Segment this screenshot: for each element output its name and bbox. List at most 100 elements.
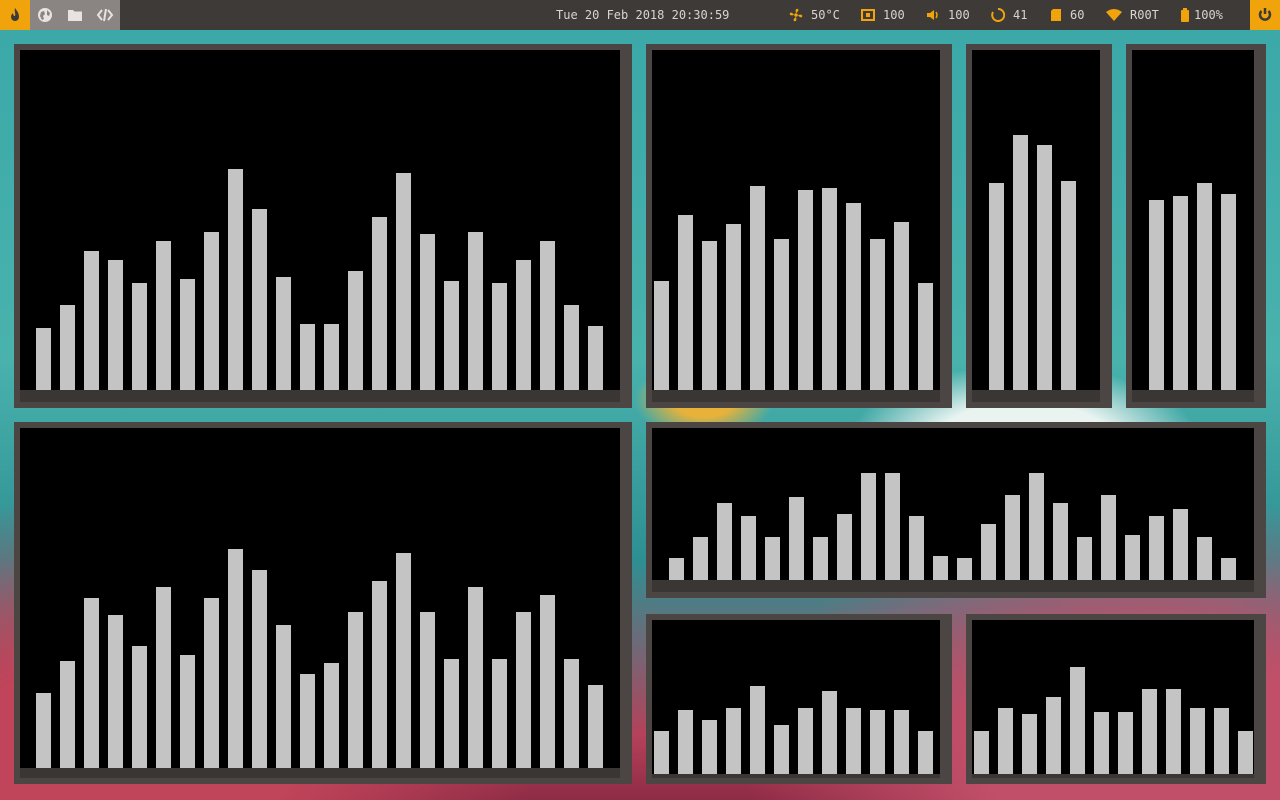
visualizer-bar [717, 503, 732, 580]
visualizer-bar [1197, 537, 1212, 580]
visualizer-bar [870, 239, 885, 390]
visualizer-window-8[interactable] [966, 614, 1266, 784]
visualizer-bar [1037, 145, 1052, 390]
code-icon [96, 8, 114, 22]
visualizer-bar [870, 710, 885, 774]
visualizer-bar [204, 232, 219, 390]
visualizer-bar [300, 674, 315, 768]
refresh-icon [991, 8, 1005, 22]
visualizer-bar [654, 731, 669, 774]
visualizer-bar [726, 708, 741, 774]
visualizer-bar [564, 659, 579, 768]
visualizer-window-7[interactable] [646, 614, 952, 784]
memory-widget: 60 [1050, 0, 1084, 30]
visualizer-window-6[interactable] [646, 422, 1266, 598]
visualizer-window-5[interactable] [14, 422, 632, 784]
visualizer-bar [516, 612, 531, 768]
visualizer-window-3[interactable] [966, 44, 1112, 408]
memory-value: 60 [1070, 8, 1085, 22]
visualizer-bar [798, 708, 813, 774]
visualizer-bar [1125, 535, 1140, 580]
visualizer-bar [516, 260, 531, 390]
visualizer-5-bars [36, 549, 603, 768]
fan-icon [789, 8, 803, 22]
power-button[interactable] [1250, 0, 1280, 30]
visualizer-bar [396, 553, 411, 768]
visualizer-bar [765, 537, 780, 580]
visualizer-bar [468, 232, 483, 390]
visualizer-bar [492, 283, 507, 390]
visualizer-bar [1101, 495, 1116, 580]
visualizer-bar [84, 251, 99, 390]
visualizer-2-bars [654, 186, 933, 390]
visualizer-bar [1238, 731, 1253, 774]
visualizer-bar [540, 595, 555, 768]
network-widget[interactable]: R00T [1106, 0, 1159, 30]
cpu-value: 100 [883, 8, 905, 22]
visualizer-bar [324, 663, 339, 768]
visualizer-bar [654, 281, 669, 390]
temperature-widget: 50°C [789, 0, 840, 30]
visualizer-bar [252, 209, 267, 390]
visualizer-window-4[interactable] [1126, 44, 1266, 408]
visualizer-bar [420, 612, 435, 768]
visualizer-bar [276, 277, 291, 390]
visualizer-4-bars [1149, 183, 1236, 390]
visualizer-bar [918, 283, 933, 390]
updates-value: 41 [1013, 8, 1028, 22]
visualizer-bar [1005, 495, 1020, 580]
visualizer-bar [822, 188, 837, 390]
visualizer-bar [1061, 181, 1076, 390]
visualizer-bar [1214, 708, 1229, 774]
folder-icon [68, 10, 82, 21]
visualizer-window-2[interactable] [646, 44, 952, 408]
battery-icon [1181, 8, 1189, 22]
volume-widget[interactable]: 100 [926, 0, 970, 30]
visualizer-bar [750, 186, 765, 390]
visualizer-bar [204, 598, 219, 768]
visualizer-window-1[interactable] [14, 44, 632, 408]
visualizer-bar [108, 260, 123, 390]
visualizer-bar [846, 203, 861, 390]
visualizer-bar [750, 686, 765, 774]
visualizer-bar [1221, 558, 1236, 580]
visualizer-bar [774, 725, 789, 774]
visualizer-bar [180, 655, 195, 768]
visualizer-bar [36, 328, 51, 390]
visualizer-bar [228, 169, 243, 390]
visualizer-bar [1094, 712, 1109, 774]
workspace-2-button[interactable] [30, 0, 60, 30]
visualizer-bar [396, 173, 411, 390]
visualizer-bar [957, 558, 972, 580]
visualizer-3-bars [989, 135, 1076, 390]
visualizer-bar [894, 710, 909, 774]
visualizer-bar [1149, 200, 1164, 390]
visualizer-bar [348, 271, 363, 390]
visualizer-bar [1077, 537, 1092, 580]
visualizer-bar [252, 570, 267, 768]
speaker-icon [927, 10, 938, 20]
visualizer-bar [228, 549, 243, 768]
visualizer-bar [702, 241, 717, 390]
visualizer-bar [846, 708, 861, 774]
clock: Tue 20 Feb 2018 20:30:59 [556, 8, 730, 22]
visualizer-bar [132, 646, 147, 768]
workspace-4-button[interactable] [90, 0, 120, 30]
battery-value: 100% [1194, 8, 1223, 22]
visualizer-bar [918, 731, 933, 774]
temperature-value: 50°C [811, 8, 840, 22]
visualizer-bar [822, 691, 837, 774]
globe-icon [38, 8, 52, 22]
visualizer-bar [1197, 183, 1212, 390]
memory-card-icon [1051, 9, 1061, 21]
visualizer-bar [132, 283, 147, 390]
visualizer-bar [324, 324, 339, 390]
wifi-icon [1106, 8, 1122, 21]
visualizer-bar [798, 190, 813, 390]
workspace-3-button[interactable] [60, 0, 90, 30]
volume-value: 100 [948, 8, 970, 22]
visualizer-bar [813, 537, 828, 580]
visualizer-bar [588, 685, 603, 768]
workspace-1-button[interactable] [0, 0, 30, 30]
top-panel: Tue 20 Feb 2018 20:30:59 50°C 100 100 41… [0, 0, 1280, 30]
